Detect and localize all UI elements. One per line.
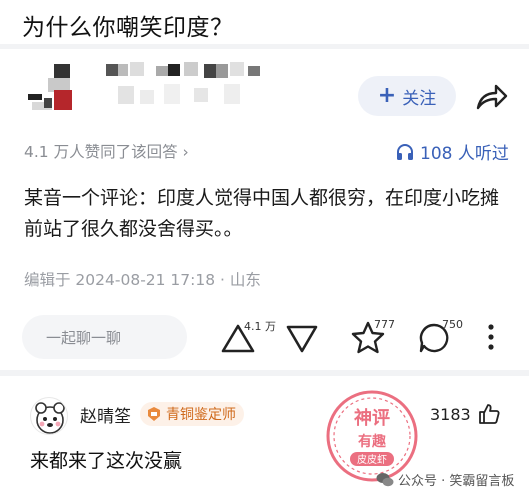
comment-input[interactable]: 一起聊一聊	[22, 315, 187, 359]
svg-text:神评: 神评	[354, 407, 390, 429]
question-title[interactable]: 为什么你嘲笑印度？	[22, 8, 234, 42]
listen-count: 108 人听过	[420, 144, 509, 164]
share-icon[interactable]	[474, 82, 508, 112]
footer-watermark: 公众号 · 笑霸留言板	[376, 470, 514, 489]
answer-body[interactable]: 某音一个评论：印度人觉得中国人都很穷，在印度小吃摊前站了很久都没舍得买。。	[24, 183, 512, 245]
commenter-avatar[interactable]	[30, 397, 68, 435]
divider	[0, 44, 529, 49]
footer-text: 公众号 · 笑霸留言板	[398, 474, 515, 489]
commenter-name[interactable]: 赵晴筌	[80, 402, 131, 427]
badge-label: 青铜鉴定师	[166, 407, 236, 423]
commenter-badge[interactable]: 青铜鉴定师	[140, 402, 244, 426]
author-name-blurred[interactable]	[104, 60, 274, 112]
follow-button[interactable]: + 关注	[358, 76, 456, 116]
svg-text:有趣: 有趣	[358, 433, 387, 450]
comment-like-count: 3183	[430, 405, 471, 424]
comment-text[interactable]: 来都来了这次没赢	[30, 446, 182, 473]
follow-label: 关注	[402, 88, 437, 109]
like-stat[interactable]: 4.1 万人赞同了该回答 ›	[24, 140, 189, 162]
thumbs-up-icon[interactable]	[478, 403, 500, 425]
avatar-face-icon	[35, 402, 65, 434]
plus-icon: +	[377, 83, 397, 108]
edit-meta: 编辑于 2024-08-21 17:18 · 山东	[24, 271, 261, 289]
wechat-icon	[376, 472, 394, 486]
question-header[interactable]: 为什么你嘲笑印度？	[0, 0, 529, 44]
more-icon[interactable]	[484, 322, 498, 352]
downvote-icon[interactable]	[285, 324, 319, 354]
upvote-count: 4.1 万	[244, 320, 276, 333]
medal-icon	[148, 407, 160, 421]
author-avatar[interactable]	[24, 62, 80, 114]
comment-count: 750	[442, 318, 463, 331]
headphone-icon	[397, 143, 413, 160]
listen-stat[interactable]: 108 人听过	[396, 139, 509, 164]
svg-text:皮皮虾: 皮皮虾	[357, 453, 387, 466]
favorite-count: 777	[374, 318, 395, 331]
divider	[0, 370, 529, 376]
